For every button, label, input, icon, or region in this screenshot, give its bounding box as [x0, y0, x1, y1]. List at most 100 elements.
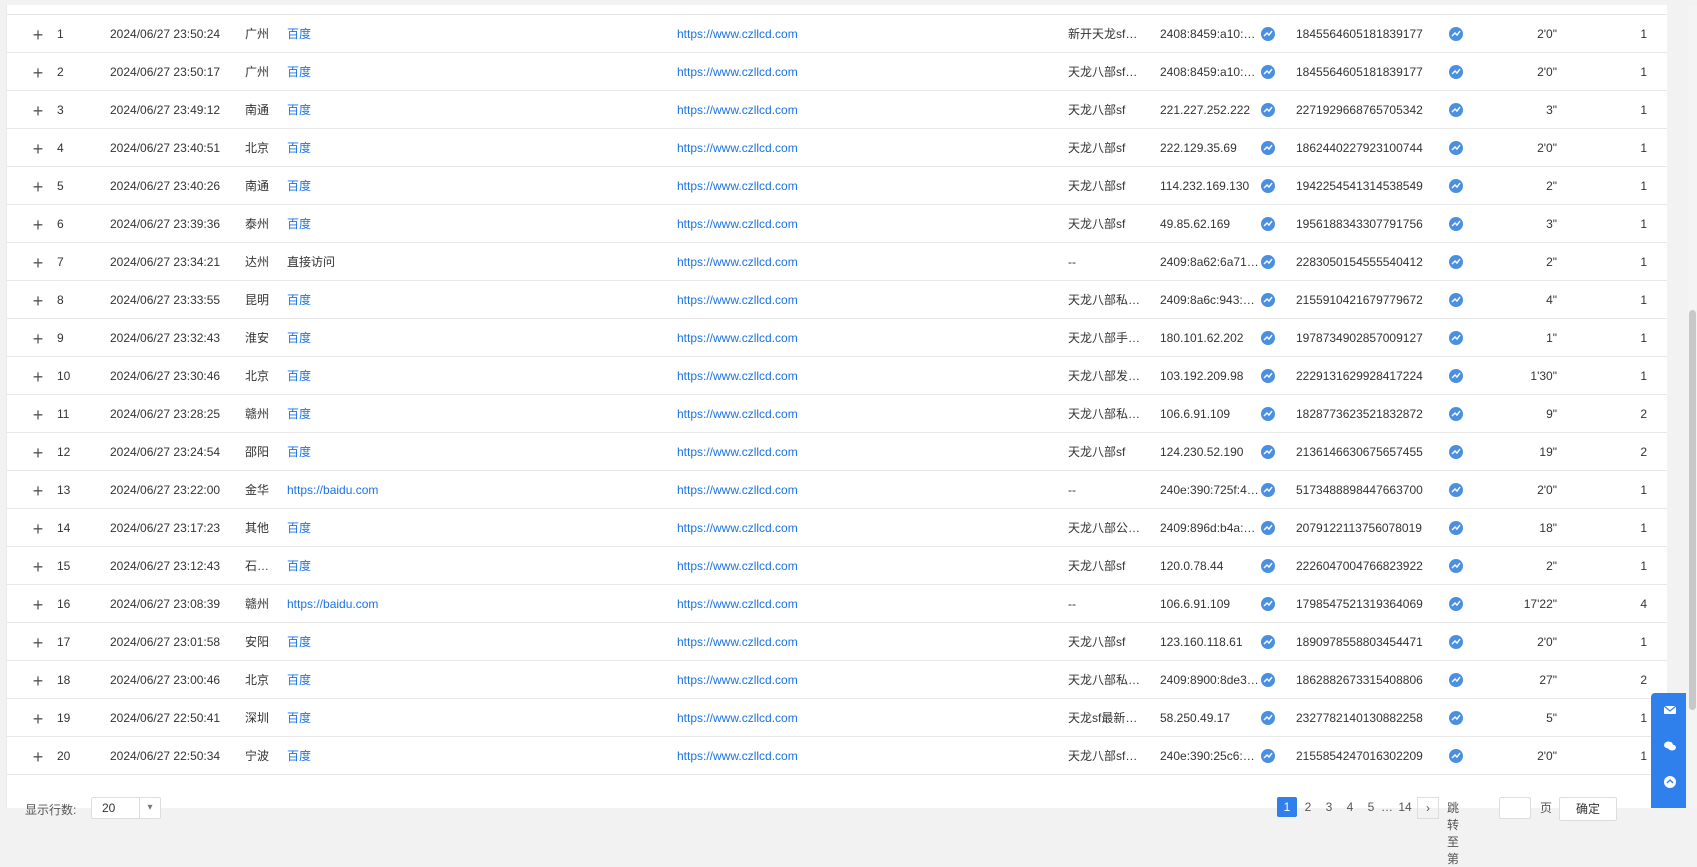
source-link[interactable]: 百度 [287, 91, 667, 129]
landing-page-link[interactable]: https://www.czllcd.com [677, 91, 1037, 129]
landing-page-link[interactable]: https://www.czllcd.com [677, 509, 1037, 547]
landing-page-link[interactable]: https://www.czllcd.com [677, 433, 1037, 471]
trend-icon[interactable] [1261, 558, 1275, 573]
page-button-4[interactable]: 4 [1340, 797, 1360, 817]
jump-page-input[interactable] [1499, 797, 1531, 819]
trend-icon[interactable] [1449, 596, 1463, 611]
landing-page-link[interactable]: https://www.czllcd.com [677, 243, 1037, 281]
landing-page-link[interactable]: https://www.czllcd.com [677, 167, 1037, 205]
trend-icon[interactable] [1261, 330, 1275, 345]
source-link[interactable]: https://baidu.com [287, 585, 667, 623]
trend-icon[interactable] [1449, 368, 1463, 383]
landing-page-link[interactable]: https://www.czllcd.com [677, 53, 1037, 91]
trend-icon[interactable] [1449, 102, 1463, 117]
trend-icon[interactable] [1449, 26, 1463, 41]
page-button-2[interactable]: 2 [1298, 797, 1318, 817]
plus-icon[interactable]: + [29, 509, 47, 547]
confirm-button[interactable]: 确定 [1559, 797, 1617, 821]
source-link[interactable]: 百度 [287, 623, 667, 661]
trend-icon[interactable] [1449, 558, 1463, 573]
trend-icon[interactable] [1449, 482, 1463, 497]
source-link[interactable]: 百度 [287, 281, 667, 319]
plus-icon[interactable]: + [29, 737, 47, 775]
landing-page-link[interactable]: https://www.czllcd.com [677, 471, 1037, 509]
source-link[interactable]: 百度 [287, 433, 667, 471]
trend-icon[interactable] [1449, 140, 1463, 155]
plus-icon[interactable]: + [29, 319, 47, 357]
source-link[interactable]: 百度 [287, 15, 667, 53]
plus-icon[interactable]: + [29, 433, 47, 471]
wechat-icon[interactable] [1663, 739, 1677, 753]
landing-page-link[interactable]: https://www.czllcd.com [677, 281, 1037, 319]
source-link[interactable]: 百度 [287, 661, 667, 699]
trend-icon[interactable] [1449, 254, 1463, 269]
landing-page-link[interactable]: https://www.czllcd.com [677, 357, 1037, 395]
plus-icon[interactable]: + [29, 699, 47, 737]
trend-icon[interactable] [1449, 64, 1463, 79]
trend-icon[interactable] [1261, 102, 1275, 117]
plus-icon[interactable]: + [29, 205, 47, 243]
trend-icon[interactable] [1261, 672, 1275, 687]
page-button-1[interactable]: 1 [1277, 797, 1297, 817]
landing-page-link[interactable]: https://www.czllcd.com [677, 699, 1037, 737]
trend-icon[interactable] [1261, 520, 1275, 535]
source-link[interactable]: 百度 [287, 129, 667, 167]
trend-icon[interactable] [1449, 520, 1463, 535]
landing-page-link[interactable]: https://www.czllcd.com [677, 129, 1037, 167]
trend-icon[interactable] [1449, 216, 1463, 231]
trend-icon[interactable] [1261, 254, 1275, 269]
source-link[interactable]: 百度 [287, 737, 667, 775]
trend-icon[interactable] [1261, 710, 1275, 725]
landing-page-link[interactable]: https://www.czllcd.com [677, 585, 1037, 623]
source-link[interactable]: 百度 [287, 205, 667, 243]
source-link[interactable]: 百度 [287, 357, 667, 395]
trend-icon[interactable] [1449, 672, 1463, 687]
plus-icon[interactable]: + [29, 623, 47, 661]
plus-icon[interactable]: + [29, 395, 47, 433]
plus-icon[interactable]: + [29, 585, 47, 623]
plus-icon[interactable]: + [29, 661, 47, 699]
plus-icon[interactable]: + [29, 129, 47, 167]
landing-page-link[interactable]: https://www.czllcd.com [677, 737, 1037, 775]
landing-page-link[interactable]: https://www.czllcd.com [677, 15, 1037, 53]
landing-page-link[interactable]: https://www.czllcd.com [677, 547, 1037, 585]
source-link[interactable]: 百度 [287, 509, 667, 547]
trend-icon[interactable] [1261, 406, 1275, 421]
scrollbar-thumb[interactable] [1689, 310, 1696, 710]
rows-per-page-select[interactable]: 20 ▾ [91, 797, 161, 819]
page-button-3[interactable]: 3 [1319, 797, 1339, 817]
source-link[interactable]: https://baidu.com [287, 471, 667, 509]
trend-icon[interactable] [1261, 634, 1275, 649]
mail-icon[interactable] [1663, 703, 1677, 717]
landing-page-link[interactable]: https://www.czllcd.com [677, 205, 1037, 243]
trend-icon[interactable] [1449, 178, 1463, 193]
landing-page-link[interactable]: https://www.czllcd.com [677, 661, 1037, 699]
trend-icon[interactable] [1261, 216, 1275, 231]
plus-icon[interactable]: + [29, 547, 47, 585]
plus-icon[interactable]: + [29, 281, 47, 319]
plus-icon[interactable]: + [29, 167, 47, 205]
trend-icon[interactable] [1449, 748, 1463, 763]
trend-icon[interactable] [1261, 748, 1275, 763]
trend-icon[interactable] [1449, 710, 1463, 725]
trend-icon[interactable] [1261, 140, 1275, 155]
plus-icon[interactable]: + [29, 91, 47, 129]
trend-icon[interactable] [1261, 26, 1275, 41]
trend-icon[interactable] [1261, 178, 1275, 193]
trend-icon[interactable] [1261, 368, 1275, 383]
trend-icon[interactable] [1261, 292, 1275, 307]
trend-icon[interactable] [1261, 444, 1275, 459]
trend-icon[interactable] [1261, 64, 1275, 79]
trend-icon[interactable] [1449, 292, 1463, 307]
landing-page-link[interactable]: https://www.czllcd.com [677, 395, 1037, 433]
next-page-button[interactable]: › [1417, 797, 1439, 819]
trend-icon[interactable] [1449, 634, 1463, 649]
plus-icon[interactable]: + [29, 53, 47, 91]
source-link[interactable]: 百度 [287, 699, 667, 737]
trend-icon[interactable] [1449, 444, 1463, 459]
source-link[interactable]: 百度 [287, 167, 667, 205]
landing-page-link[interactable]: https://www.czllcd.com [677, 319, 1037, 357]
plus-icon[interactable]: + [29, 357, 47, 395]
trend-icon[interactable] [1449, 330, 1463, 345]
page-button-14[interactable]: 14 [1395, 797, 1415, 817]
